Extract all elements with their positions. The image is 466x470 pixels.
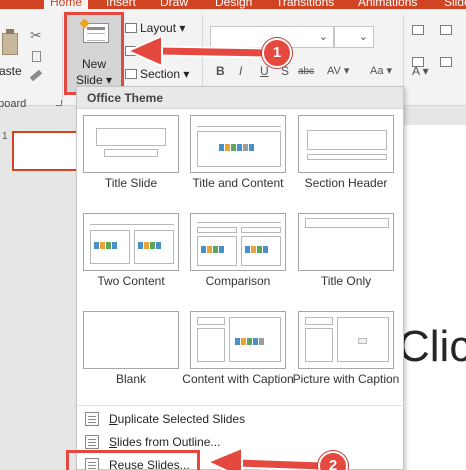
layout-label: Title and Content — [192, 176, 284, 190]
chevron-down-icon: ⌄ — [318, 31, 328, 43]
paste-icon[interactable] — [2, 29, 18, 55]
layout-thumbnail — [190, 213, 286, 271]
layout-thumbnail — [83, 213, 179, 271]
align-center-icon[interactable] — [440, 57, 452, 67]
theme-header: Office Theme — [77, 87, 403, 109]
new-slide-label: New — [81, 57, 106, 71]
duplicate-slides-icon — [85, 412, 99, 426]
tab-animations[interactable]: Animations — [358, 0, 417, 9]
reuse-slides-highlight — [66, 450, 200, 470]
menu-item-label: Duplicate Selected Slides — [109, 412, 246, 426]
layout-icon — [125, 23, 137, 33]
bold-button[interactable]: B — [216, 64, 225, 78]
reset-icon — [125, 46, 137, 56]
layout-thumbnail — [298, 213, 394, 271]
layout-thumbnail — [298, 115, 394, 173]
tab-design[interactable]: Design — [215, 0, 252, 9]
change-case-button[interactable]: Aa ▾ — [370, 64, 392, 77]
slide-title-placeholder[interactable]: Clic — [398, 322, 466, 372]
ribbon-tab-bar: Home Insert Draw Design Transitions Anim… — [0, 0, 466, 9]
content-placeholder-icons — [138, 242, 161, 250]
menu-divider — [77, 405, 403, 406]
slide-thumbnail[interactable] — [12, 131, 80, 171]
layout-thumbnail — [298, 311, 394, 369]
layout-label: Two Content — [97, 274, 165, 288]
tab-insert[interactable]: Insert — [106, 0, 136, 9]
content-placeholder-icons — [235, 338, 264, 346]
theme-header-label: Office Theme — [87, 91, 164, 105]
tab-transitions[interactable]: Transitions — [276, 0, 334, 9]
tab-draw[interactable]: Draw — [160, 0, 188, 9]
content-placeholder-icons — [201, 246, 224, 254]
layout-label: Blank — [115, 372, 147, 386]
strikethrough-button[interactable]: abc — [298, 66, 314, 77]
copy-icon[interactable] — [32, 51, 41, 62]
section-icon — [125, 69, 137, 79]
group-divider — [62, 15, 63, 103]
character-spacing-button[interactable]: AV ▾ — [327, 64, 349, 77]
layout-label: Title Only — [320, 274, 372, 288]
content-placeholder-icons — [245, 246, 268, 254]
tab-slide[interactable]: Slide — [444, 0, 466, 9]
slide-thumbnail-panel: 1 — [0, 107, 80, 470]
cut-icon[interactable]: ✂ — [30, 27, 42, 44]
format-painter-icon[interactable] — [29, 69, 43, 82]
step-badge-1: 1 — [262, 38, 292, 68]
new-slide-dropdown: Office Theme Title Slide Title and Conte… — [76, 86, 404, 470]
section-button[interactable]: Section ▾ — [140, 67, 189, 81]
content-placeholder-icons — [94, 242, 117, 250]
layout-label: Comparison — [205, 274, 271, 288]
menu-item-label: Slides from Outline... — [109, 435, 221, 449]
layout-label: Section Header — [304, 176, 388, 190]
layout-button[interactable]: Layout ▾ — [140, 21, 185, 35]
layout-thumbnail — [190, 115, 286, 173]
layout-label: Picture with Caption — [292, 372, 400, 386]
layout-label: Content with Caption — [182, 372, 294, 386]
numbering-icon[interactable] — [440, 25, 452, 35]
new-slide-button[interactable]: New Slide ▾ — [64, 12, 124, 95]
font-size-select[interactable]: ⌄ — [334, 26, 374, 48]
slide-number: 1 — [2, 131, 8, 142]
content-placeholder-icons — [219, 144, 254, 152]
tab-home[interactable]: Home — [44, 0, 89, 9]
layout-label: Title Slide — [104, 176, 158, 190]
chevron-down-icon: ⌄ — [358, 31, 368, 43]
duplicate-selected-slides-item[interactable]: Duplicate Selected Slides — [77, 408, 403, 430]
layout-thumbnail — [83, 311, 179, 369]
outline-slides-icon — [85, 435, 99, 449]
picture-placeholder-icon — [358, 338, 367, 344]
underline-button[interactable]: U — [260, 64, 269, 78]
reset-button[interactable]: R — [140, 44, 149, 58]
new-slide-label-dropdown: Slide ▾ — [75, 73, 113, 87]
paste-label[interactable]: aste — [0, 64, 22, 78]
italic-button[interactable]: I — [239, 64, 242, 78]
align-left-icon[interactable] — [412, 57, 424, 67]
bullets-icon[interactable] — [412, 25, 424, 35]
layout-thumbnail — [83, 115, 179, 173]
layout-thumbnail — [190, 311, 286, 369]
